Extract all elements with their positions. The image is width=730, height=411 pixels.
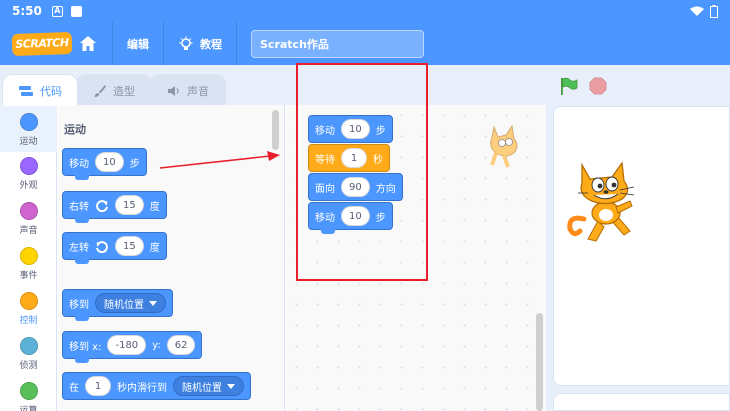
- chevron-down-icon: [149, 300, 157, 306]
- block-label: 在: [69, 382, 79, 394]
- motion-dot-icon: [19, 113, 38, 131]
- scratch-logo[interactable]: SCRATCH: [11, 31, 73, 56]
- menu-divider: [163, 22, 164, 65]
- category-events[interactable]: 事件: [0, 247, 57, 281]
- block-label: 移到: [69, 299, 89, 311]
- home-icon[interactable]: [78, 34, 98, 54]
- category-label: 控制: [19, 316, 38, 326]
- brush-icon: [94, 84, 106, 97]
- category-control[interactable]: 控制: [0, 292, 57, 326]
- sprite-pane-edge: [553, 393, 730, 411]
- lightbulb-icon: [179, 36, 193, 50]
- category-label: 声音: [19, 226, 38, 236]
- notification-square-icon: [70, 5, 82, 17]
- block-label: 移动: [69, 158, 89, 170]
- category-menu: 运动 外观 声音 事件 控制 侦测 运算: [0, 105, 57, 411]
- annotation-arrow: [159, 151, 280, 169]
- cat-sprite[interactable]: [562, 157, 642, 243]
- degrees-input[interactable]: 15: [115, 236, 144, 256]
- category-label: 运动: [19, 137, 38, 147]
- goto-block[interactable]: 移到 随机位置: [62, 289, 173, 321]
- category-label: 侦测: [19, 361, 38, 371]
- notification-icon: A: [51, 5, 63, 17]
- category-label: 运算: [19, 406, 38, 411]
- editor-tabs: 代码 造型 声音: [0, 74, 226, 106]
- glide-block[interactable]: 在 1 秒内滑行到 随机位置: [62, 372, 251, 400]
- block-label: 移到 x:: [69, 341, 102, 353]
- steps-input[interactable]: 10: [95, 152, 124, 172]
- turn-left-block[interactable]: 左转 15 度: [62, 232, 167, 264]
- tab-costumes[interactable]: 造型: [76, 74, 152, 106]
- events-dot-icon: [19, 247, 38, 265]
- operators-dot-icon: [19, 382, 38, 400]
- sprite-watermark-icon: [490, 124, 518, 168]
- workspace-scrollbar[interactable]: [536, 313, 543, 411]
- project-title-field[interactable]: Scratch作品: [251, 29, 424, 58]
- y-label: y:: [152, 339, 161, 351]
- tutorials-label: 教程: [200, 37, 222, 51]
- seconds-input[interactable]: 1: [85, 376, 111, 396]
- looks-dot-icon: [19, 157, 38, 175]
- x-input[interactable]: -180: [107, 335, 147, 355]
- tab-code-label: 代码: [40, 84, 62, 98]
- tab-code[interactable]: 代码: [2, 74, 78, 106]
- sensing-dot-icon: [19, 337, 38, 355]
- block-notch: [75, 316, 89, 321]
- turn-right-block[interactable]: 右转 15 度: [62, 191, 167, 223]
- block-notch: [75, 259, 89, 264]
- block-notch: [75, 218, 89, 223]
- stage[interactable]: [553, 106, 730, 386]
- tab-sounds[interactable]: 声音: [150, 74, 226, 106]
- code-icon: [19, 85, 33, 96]
- highlight-box: [296, 63, 428, 281]
- chevron-down-icon: [227, 383, 235, 389]
- category-label: 外观: [19, 181, 38, 191]
- glide-target-dropdown[interactable]: 随机位置: [173, 376, 244, 396]
- degrees-input[interactable]: 15: [115, 195, 144, 215]
- battery-icon: [710, 4, 718, 18]
- palette-section-title: 运动: [64, 123, 86, 136]
- goto-xy-block[interactable]: 移到 x: -180 y: 62: [62, 331, 203, 363]
- dropdown-value: 随机位置: [104, 299, 144, 311]
- rotate-right-icon: [96, 200, 108, 212]
- control-dot-icon: [19, 292, 38, 310]
- wifi-icon: [690, 6, 704, 16]
- tab-costumes-label: 造型: [113, 84, 135, 98]
- android-status-bar: 5:50 A: [0, 0, 730, 22]
- block-unit: 步: [129, 158, 140, 170]
- rotate-left-icon: [96, 241, 108, 253]
- block-label: 右转: [69, 201, 89, 213]
- move-steps-block[interactable]: 移动 10 步: [62, 148, 147, 180]
- goto-target-dropdown[interactable]: 随机位置: [95, 293, 166, 313]
- dropdown-value: 随机位置: [182, 382, 222, 394]
- status-time: 5:50: [12, 4, 42, 18]
- sound-dot-icon: [19, 202, 38, 220]
- speaker-icon: [168, 85, 179, 96]
- category-looks[interactable]: 外观: [0, 157, 57, 191]
- palette-scrollbar[interactable]: [272, 110, 279, 150]
- block-notch: [75, 175, 89, 180]
- block-label: 左转: [69, 242, 89, 254]
- menu-bar: SCRATCH 编辑 教程 Scratch作品: [0, 22, 730, 65]
- category-label: 事件: [19, 271, 38, 281]
- menu-divider: [236, 22, 237, 65]
- category-operators[interactable]: 运算: [0, 382, 57, 411]
- category-sound[interactable]: 声音: [0, 202, 57, 236]
- tutorials-button[interactable]: 教程: [178, 36, 222, 52]
- block-text: 秒内滑行到: [117, 382, 167, 394]
- tab-sounds-label: 声音: [187, 84, 209, 98]
- green-flag-icon[interactable]: [559, 76, 579, 96]
- menu-divider: [112, 22, 113, 65]
- stop-icon[interactable]: [589, 77, 607, 95]
- category-sensing[interactable]: 侦测: [0, 337, 57, 371]
- block-unit: 度: [149, 242, 160, 254]
- block-unit: 度: [149, 201, 160, 213]
- category-motion[interactable]: 运动: [0, 105, 57, 152]
- y-input[interactable]: 62: [166, 335, 196, 355]
- block-notch: [75, 358, 89, 363]
- edit-menu[interactable]: 编辑: [127, 36, 149, 52]
